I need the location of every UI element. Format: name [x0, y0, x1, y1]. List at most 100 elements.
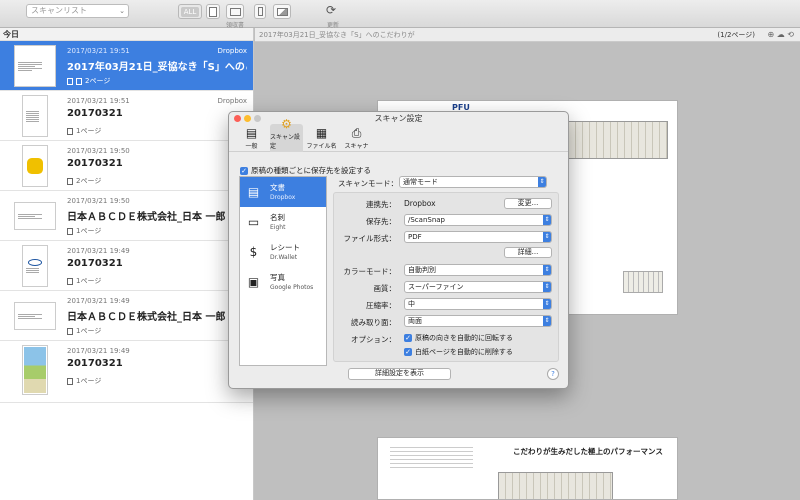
- list-item[interactable]: 2017/03/21 19:50 D 20170321 2ページ: [0, 141, 253, 191]
- scan-mode-select[interactable]: 通常モード ⇕: [399, 176, 547, 188]
- option-rotate-checkbox[interactable]: ✓ 原稿の向きを自動的に回転する: [404, 333, 513, 343]
- option-blank-label: 白紙ページを自動的に削除する: [415, 348, 513, 356]
- file-format-value: PDF: [408, 233, 422, 241]
- receipt-icon: $: [249, 244, 258, 259]
- file-format-select[interactable]: PDF ⇕: [404, 231, 552, 243]
- reading-side-value: 両面: [408, 317, 422, 325]
- tab-scan-settings[interactable]: ⚙ スキャン設定: [270, 117, 303, 152]
- quality-label: 画質：: [373, 284, 397, 293]
- tab-general[interactable]: ▤ 一般: [235, 124, 268, 152]
- category-business-card[interactable]: ▭ 名刺 Eight: [240, 207, 326, 237]
- color-mode-value: 自動判別: [408, 266, 436, 274]
- scan-mode-label: スキャンモード：: [338, 179, 398, 188]
- chevron-updown-icon: ⇕: [543, 316, 551, 326]
- item-pages-count: 1ページ: [76, 327, 102, 335]
- keyboard-image: [568, 121, 668, 159]
- list-item[interactable]: 2017/03/21 19:51 Dropbox 20170321 1ページ: [0, 91, 253, 141]
- help-button[interactable]: ?: [547, 368, 559, 380]
- options-label: オプション：: [351, 335, 396, 344]
- item-title: 20170321: [67, 108, 123, 119]
- category-service: Dr.Wallet: [270, 254, 298, 261]
- list-item[interactable]: 2017/03/21 19:50 D 日本ＡＢＣＤＥ株式会社_日本 一郎 1ペー…: [0, 191, 253, 241]
- item-title: 20170321: [67, 158, 123, 169]
- item-date: 2017/03/21 19:49: [67, 347, 130, 355]
- keyboard-image: [498, 472, 613, 499]
- item-title: 20170321: [67, 258, 123, 269]
- category-photo[interactable]: ▣ 写真 Google Photos: [240, 267, 326, 297]
- list-item[interactable]: 2017/03/21 19:51 Dropbox 2017年03月21日_妥協な…: [0, 41, 253, 91]
- file-format-label: ファイル形式：: [343, 234, 397, 243]
- color-mode-select[interactable]: 自動判別 ⇕: [404, 264, 552, 276]
- category-document[interactable]: ▤ 文書 Dropbox: [240, 177, 326, 207]
- per-type-destination-checkbox[interactable]: ✓ 原稿の種類ごとに保存先を設定する: [240, 165, 371, 176]
- photo-thumbnail: [22, 345, 48, 395]
- list-item[interactable]: 2017/03/21 19:49 D 20170321 1ページ: [0, 241, 253, 291]
- page-preview-2: こだわりが生みだした極上のパフォーマンス: [377, 437, 678, 500]
- save-to-select[interactable]: /ScanSnap ⇕: [404, 214, 552, 226]
- category-receipt[interactable]: $ レシート Dr.Wallet: [240, 237, 326, 267]
- map-thumbnail: [22, 145, 48, 187]
- scan-list-select[interactable]: スキャンリスト ⌄: [26, 4, 129, 18]
- filter-receipt-doc-button[interactable]: [254, 4, 266, 19]
- photo-icon: ▣: [247, 274, 260, 289]
- details-button[interactable]: 詳細...: [504, 247, 552, 258]
- chevron-updown-icon: ⇕: [543, 299, 551, 309]
- item-date: 2017/03/21 19:50: [67, 197, 130, 205]
- category-service: Google Photos: [270, 284, 314, 291]
- card-icon: [67, 327, 73, 335]
- settings-tabs: ▤ 一般 ⚙ スキャン設定 ▦ ファイル名 ⎙ スキャナ: [229, 117, 568, 152]
- item-title: 2017年03月21日_妥協なき「S」へのこだわ…: [67, 62, 247, 73]
- show-details-button[interactable]: 詳細設定を表示: [348, 368, 451, 380]
- tab-label: スキャン設定: [270, 134, 301, 150]
- minimize-button[interactable]: [244, 115, 251, 122]
- page-icon: [67, 127, 73, 135]
- viewer-tool-icons[interactable]: ⊕ ☁ ⟲: [768, 28, 795, 42]
- close-button[interactable]: [234, 115, 241, 122]
- dialog-title: スキャン設定: [374, 114, 423, 123]
- tab-file-name[interactable]: ▦ ファイル名: [305, 124, 338, 152]
- filter-photo-button[interactable]: [273, 4, 291, 19]
- item-date: 2017/03/21 19:51: [67, 47, 130, 55]
- tab-scanner[interactable]: ⎙ スキャナ: [340, 124, 373, 152]
- reading-side-label: 読み取り面：: [351, 318, 396, 327]
- item-title: 20170321: [67, 358, 123, 369]
- compression-select[interactable]: 中 ⇕: [404, 298, 552, 310]
- main-toolbar: スキャンリスト ⌄ ALL 領収書 ⟳ 更新: [0, 0, 800, 29]
- item-pages-count: 1ページ: [76, 277, 102, 285]
- save-to-value: /ScanSnap: [408, 216, 445, 224]
- option-blank-checkbox[interactable]: ✓ 白紙ページを自動的に削除する: [404, 347, 513, 357]
- chevron-updown-icon: ⇕: [543, 282, 551, 292]
- link-value: Dropbox: [404, 199, 436, 208]
- page-icon: [67, 77, 73, 85]
- zoom-button[interactable]: [254, 115, 261, 122]
- link-label: 連携先：: [366, 200, 396, 209]
- category-name: レシート: [270, 243, 300, 252]
- photo-icon: [67, 377, 73, 385]
- item-pages: 1ページ: [67, 376, 101, 386]
- refresh-icon[interactable]: ⟳: [326, 3, 336, 17]
- filter-all-button[interactable]: ALL: [178, 4, 202, 19]
- item-pages-count: 1ページ: [76, 377, 102, 385]
- per-type-destination-label: 原稿の種類ごとに保存先を設定する: [251, 166, 371, 175]
- filter-document-button[interactable]: [206, 4, 220, 19]
- list-item[interactable]: 2017/03/21 19:49 D 20170321 1ページ: [0, 341, 253, 403]
- tab-label: 一般: [245, 143, 258, 150]
- item-pages-count: 2ページ: [76, 177, 102, 185]
- scan-mode-value: 通常モード: [403, 178, 438, 186]
- document-icon: ▦: [315, 126, 328, 140]
- business-card-thumbnail: [14, 202, 56, 230]
- quality-select[interactable]: スーパーファイン ⇕: [404, 281, 552, 293]
- item-pages-count: 1ページ: [76, 227, 102, 235]
- compression-value: 中: [408, 300, 415, 308]
- item-title: 日本ＡＢＣＤＥ株式会社_日本 一郎: [67, 212, 226, 223]
- change-button[interactable]: 変更...: [504, 198, 552, 209]
- settings-panel: 連携先： Dropbox 変更... 保存先： /ScanSnap ⇕ ファイル…: [333, 192, 559, 362]
- document-icon: ▤: [247, 184, 260, 199]
- photo-icon: [276, 7, 288, 16]
- reading-side-select[interactable]: 両面 ⇕: [404, 315, 552, 327]
- card-icon: [229, 7, 241, 16]
- item-date: 2017/03/21 19:50: [67, 147, 130, 155]
- list-item[interactable]: 2017/03/21 19:49 D 日本ＡＢＣＤＥ株式会社_日本 一郎 1ペー…: [0, 291, 253, 341]
- filter-receipt-button[interactable]: [226, 4, 244, 19]
- chevron-updown-icon: ⇕: [538, 177, 546, 187]
